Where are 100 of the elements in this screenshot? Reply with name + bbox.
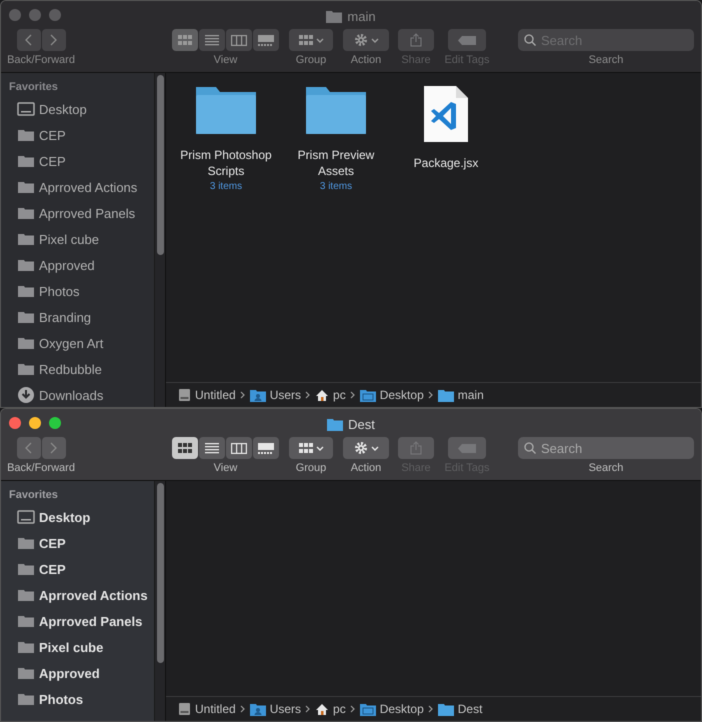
sidebar-item[interactable]: Aprroved Actions	[9, 582, 154, 608]
path-segment[interactable]: Untitled	[178, 702, 236, 716]
view-mode-button[interactable]	[253, 29, 279, 51]
sidebar-item[interactable]: CEP	[9, 530, 154, 556]
desktop-folder-icon	[360, 388, 376, 402]
sidebar-item[interactable]: Desktop	[9, 96, 154, 122]
gear-icon	[354, 33, 368, 47]
file-name[interactable]: Prism Photoshop Scripts	[173, 147, 279, 179]
path-segment[interactable]: pc	[315, 388, 346, 402]
chevron-icon	[350, 705, 356, 713]
window-title: Dest	[348, 416, 375, 432]
path-segment[interactable]: Desktop	[360, 702, 424, 716]
forward-button[interactable]	[42, 437, 66, 459]
zoom-button[interactable]	[49, 417, 61, 429]
sidebar-item[interactable]: Downloads	[9, 382, 154, 407]
sidebar-item[interactable]: Branding	[9, 304, 154, 330]
back-button[interactable]	[16, 29, 40, 51]
sidebar-item[interactable]: CEP	[9, 148, 154, 174]
caret-icon	[316, 446, 324, 450]
sidebar-item[interactable]: Redbubble	[9, 356, 154, 382]
back-button[interactable]	[16, 437, 40, 459]
forward-button[interactable]	[42, 29, 66, 51]
view-mode-button[interactable]	[226, 29, 252, 51]
sidebar-item[interactable]: Pixel cube	[9, 634, 154, 660]
sidebar-item[interactable]: CEP	[9, 122, 154, 148]
sidebar-item[interactable]: Pixel cube	[9, 226, 154, 252]
folder-icon	[17, 362, 35, 376]
view-mode-button[interactable]	[172, 437, 198, 459]
desktop-folder-icon	[360, 702, 376, 716]
folder-icon	[17, 284, 35, 298]
house-icon	[315, 702, 330, 716]
item-count: 3 items	[320, 181, 352, 192]
folder-icon	[438, 702, 454, 716]
group-button[interactable]	[289, 29, 333, 51]
chevron-icon	[240, 391, 246, 399]
sidebar-item[interactable]: Aprroved Panels	[9, 608, 154, 634]
sidebar-heading: Favorites	[9, 80, 59, 95]
list-icon	[205, 34, 219, 46]
sidebar-item[interactable]: Approved	[9, 660, 154, 686]
path-segment[interactable]: Users	[250, 388, 302, 402]
search-field[interactable]: Search	[518, 437, 694, 459]
grid-icon	[298, 443, 312, 453]
back-chevron-icon	[25, 34, 32, 46]
view-mode-button[interactable]	[172, 29, 198, 51]
path-segment[interactable]: Users	[250, 702, 302, 716]
path-segment[interactable]: Dest	[438, 702, 482, 716]
gallery-icon	[258, 34, 274, 46]
sidebar-item[interactable]: Approved	[9, 252, 154, 278]
path-segment[interactable]: Desktop	[360, 388, 424, 402]
share-icon	[410, 441, 422, 455]
folder-icon	[17, 666, 35, 680]
toolbar-label: Back/Forward	[7, 462, 75, 474]
file-name[interactable]: Prism Preview Assets	[283, 147, 389, 179]
toolbar-label: View	[214, 54, 238, 66]
path-segment[interactable]: pc	[315, 702, 346, 716]
view-mode-button[interactable]	[226, 437, 252, 459]
minimize-button[interactable]	[29, 417, 41, 429]
view-mode-button[interactable]	[199, 29, 225, 51]
scrollbar-thumb[interactable]	[157, 483, 164, 663]
grid-icon	[298, 35, 312, 45]
action-button[interactable]	[343, 29, 389, 51]
item-count: 3 items	[210, 181, 242, 192]
sidebar-item[interactable]: Photos	[9, 278, 154, 304]
folder-icon	[327, 418, 344, 430]
path-segment[interactable]: main	[438, 388, 484, 402]
close-button[interactable]	[9, 9, 21, 21]
folder-icon	[17, 536, 35, 550]
scrollbar-thumb[interactable]	[157, 75, 164, 255]
sidebar-item[interactable]: Aprroved Panels	[9, 200, 154, 226]
view-mode-button[interactable]	[199, 437, 225, 459]
path-segment[interactable]: Untitled	[178, 388, 236, 402]
group-button[interactable]	[289, 437, 333, 459]
action-button[interactable]	[343, 437, 389, 459]
folder-icon	[305, 85, 367, 135]
toolbar-label: Action	[350, 54, 382, 66]
sidebar-item[interactable]: Desktop	[9, 504, 154, 530]
sidebar-item[interactable]: Aprroved Actions	[9, 174, 154, 200]
folder-icon	[17, 258, 35, 272]
folder-icon	[326, 10, 342, 22]
folder-icon	[17, 206, 35, 220]
columns-icon	[231, 34, 247, 46]
caret-icon	[316, 38, 324, 42]
view-mode-button[interactable]	[253, 437, 279, 459]
house-icon	[315, 388, 330, 402]
close-button[interactable]	[9, 417, 21, 429]
sidebar-item[interactable]: CEP	[9, 556, 154, 582]
folder-icon	[17, 154, 35, 168]
sidebar-item[interactable]: Photos	[9, 686, 154, 712]
toolbar-label: Group	[296, 462, 326, 474]
folder-icon	[17, 310, 35, 324]
zoom-button[interactable]	[49, 9, 61, 21]
caret-icon	[370, 446, 378, 450]
sidebar-item[interactable]: Oxygen Art	[9, 330, 154, 356]
desktop-icon	[17, 102, 35, 116]
gallery-icon	[258, 442, 274, 454]
folder-icon	[17, 180, 35, 194]
grid-icon	[178, 35, 192, 45]
toolbar-label: Action	[350, 462, 382, 474]
file-name[interactable]: Package.jsx	[393, 155, 499, 171]
folder-icon	[17, 336, 35, 350]
